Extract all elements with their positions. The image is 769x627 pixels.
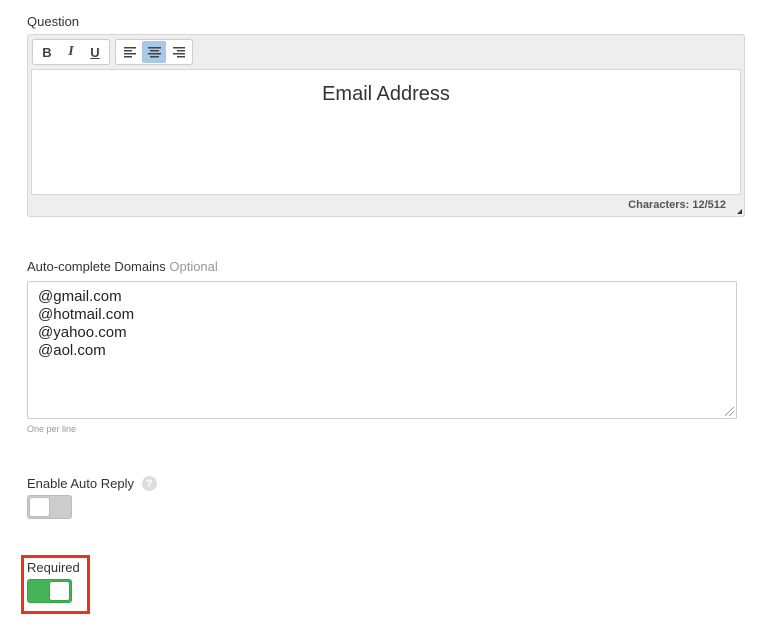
required-toggle[interactable] xyxy=(27,579,72,603)
bold-button[interactable]: B xyxy=(35,41,59,63)
auto-reply-label-text: Enable Auto Reply xyxy=(27,476,134,491)
question-text-area[interactable]: Email Address xyxy=(31,69,741,195)
auto-reply-label: Enable Auto Reply ? xyxy=(27,476,157,492)
character-count: Characters: 12/512 xyxy=(628,199,726,211)
domains-textarea[interactable]: @gmail.com @hotmail.com @yahoo.com @aol.… xyxy=(27,281,737,419)
resize-handle-icon[interactable] xyxy=(737,209,742,214)
form-page: Question B I U Email Address Characters:… xyxy=(0,0,769,627)
auto-reply-toggle[interactable] xyxy=(27,495,72,519)
domain-line: @aol.com xyxy=(38,342,106,359)
underline-button[interactable]: U xyxy=(83,41,107,63)
textarea-resize-grip-icon[interactable] xyxy=(725,407,734,416)
domain-line: @hotmail.com xyxy=(38,306,135,323)
domain-line: @gmail.com xyxy=(38,288,122,305)
align-center-icon xyxy=(147,46,161,57)
domain-line: @yahoo.com xyxy=(38,324,127,341)
help-icon[interactable]: ? xyxy=(141,476,157,492)
format-toolbar-group: B I U xyxy=(32,39,110,65)
required-label: Required xyxy=(27,560,80,575)
domains-label: Auto-complete Domains Optional xyxy=(27,259,218,274)
toggle-knob xyxy=(29,497,50,517)
question-editor: B I U Email Address Characters: 12/512 xyxy=(27,34,745,217)
align-left-button[interactable] xyxy=(118,41,142,63)
optional-tag: Optional xyxy=(169,259,218,274)
italic-button[interactable]: I xyxy=(59,41,83,63)
align-toolbar-group xyxy=(115,39,193,65)
question-text: Email Address xyxy=(322,83,450,105)
align-left-icon xyxy=(123,46,136,57)
toggle-knob xyxy=(49,581,70,601)
align-right-icon xyxy=(172,46,185,57)
question-label: Question xyxy=(27,14,80,29)
align-right-button[interactable] xyxy=(166,41,190,63)
domains-helper-text: One per line xyxy=(27,424,77,434)
align-center-button[interactable] xyxy=(142,41,166,63)
domains-label-text: Auto-complete Domains xyxy=(27,259,166,274)
